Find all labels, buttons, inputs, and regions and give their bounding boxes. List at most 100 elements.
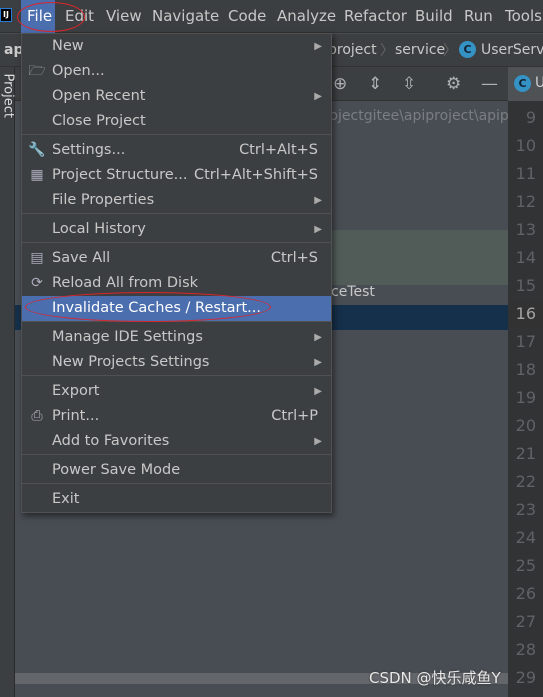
reload-icon: ⟳ [31,275,43,291]
tree-item-test[interactable]: ceTest [331,284,375,300]
menu-separator [22,375,331,376]
line-number: 22 [515,472,536,491]
project-structure-icon: ▦ [30,167,44,183]
file-menu-dropdown: New ▶ 🗁 Open... Open Recent ▶ Close Project 🔧 Se… [21,33,332,513]
menu-refactor[interactable]: Refactor [338,0,413,33]
menu-item-new-projects-settings[interactable]: New Projects Settings ▶ [22,350,331,375]
menu-item-label: Close Project [52,113,146,129]
highlighted-tree-area [331,230,508,285]
menu-item-project-structure[interactable]: ▦ Project Structure... Ctrl+Alt+Shift+S [22,163,331,188]
menu-separator [22,242,331,243]
line-number: 21 [515,444,536,463]
breadcrumb-separator: 〉 [380,43,394,59]
menu-item-add-to-favorites[interactable]: Add to Favorites ▶ [22,429,331,454]
editor-tab[interactable]: C U [508,67,543,101]
menu-item-manage-ide-settings[interactable]: Manage IDE Settings ▶ [22,325,331,350]
line-number: 28 [515,640,536,659]
shortcut-label: Ctrl+P [271,408,318,424]
submenu-arrow-icon: ▶ [314,386,322,397]
menu-item-exit[interactable]: Exit [22,487,331,512]
menu-item-label: Open Recent [52,88,146,104]
menu-item-save-all[interactable]: ▤ Save All Ctrl+S [22,246,331,271]
shortcut-label: Ctrl+S [270,250,318,266]
left-tool-strip [0,67,15,697]
collapse-all-icon[interactable]: ⇳ [402,74,416,94]
menu-build[interactable]: Build [409,0,459,33]
gear-icon[interactable]: ⚙ [446,74,461,94]
submenu-arrow-icon: ▶ [314,224,322,235]
menu-item-close-project[interactable]: Close Project [22,109,331,134]
menu-separator [22,454,331,455]
menu-item-label: Project Structure... [52,167,188,183]
menu-run[interactable]: Run [458,0,499,33]
editor-tab-label: U [535,75,543,91]
line-number: 13 [515,220,536,239]
submenu-arrow-icon: ▶ [314,357,322,368]
menu-item-label: Open... [52,63,105,79]
menu-item-print[interactable]: ⎙ Print... Ctrl+P [22,404,331,429]
annotation-ellipse-file [17,2,85,32]
locate-icon[interactable]: ⊕ [333,74,347,94]
submenu-arrow-icon: ▶ [314,195,322,206]
menu-item-settings[interactable]: 🔧 Settings... Ctrl+Alt+S [22,138,331,163]
line-number: 15 [515,276,536,295]
minimize-icon[interactable]: — [481,74,498,94]
line-number: 26 [515,584,536,603]
submenu-arrow-icon: ▶ [314,436,322,447]
menu-item-label: Local History [52,221,146,237]
line-number: 29 [515,668,536,687]
line-number: 18 [515,360,536,379]
project-tool-window-button[interactable]: Project [1,74,16,118]
breadcrumb-separator: 〉 [443,43,457,59]
save-icon: ▤ [30,250,44,266]
menu-separator [22,134,331,135]
breadcrumb-service[interactable]: service [395,42,445,58]
menu-analyze[interactable]: Analyze [271,0,342,33]
menu-view[interactable]: View [100,0,148,33]
line-number: 11 [515,164,536,183]
menu-item-label: File Properties [52,192,155,208]
submenu-arrow-icon: ▶ [314,332,322,343]
menu-item-export[interactable]: Export ▶ [22,379,331,404]
watermark: CSDN @快乐咸鱼Y [369,669,501,687]
expand-all-icon[interactable]: ⇕ [368,74,382,94]
menu-item-label: Power Save Mode [52,462,181,478]
menu-item-file-properties[interactable]: File Properties ▶ [22,188,331,213]
print-icon: ⎙ [31,408,43,424]
menu-item-open-recent[interactable]: Open Recent ▶ [22,84,331,109]
folder-icon: 🗁 [28,63,46,79]
menu-item-label: Print... [52,408,100,424]
menu-item-new[interactable]: New ▶ [22,34,331,59]
menu-tools[interactable]: Tools [499,0,543,33]
class-icon: C [514,75,531,92]
line-number: 23 [515,500,536,519]
line-number: 12 [515,192,536,211]
menu-separator [22,213,331,214]
menu-code[interactable]: Code [222,0,272,33]
menu-item-label: Settings... [52,142,126,158]
submenu-arrow-icon: ▶ [314,91,322,102]
shortcut-label: Ctrl+Alt+S [239,142,318,158]
breadcrumb-userservice[interactable]: UserServic [481,42,543,58]
line-number: 16 [508,301,543,327]
menu-item-power-save-mode[interactable]: Power Save Mode [22,458,331,483]
line-number: 19 [515,388,536,407]
line-number: 24 [515,528,536,547]
shortcut-label: Ctrl+Alt+Shift+S [193,167,318,183]
line-number: 9 [525,108,536,127]
menu-item-local-history[interactable]: Local History ▶ [22,217,331,242]
line-number: 20 [515,416,536,435]
menu-navigate[interactable]: Navigate [146,0,225,33]
line-number: 25 [515,556,536,575]
menu-item-label: Save All [52,250,111,266]
annotation-ellipse-invalidate [25,292,271,322]
menu-item-label: New Projects Settings [52,354,210,370]
line-number: 14 [515,248,536,267]
class-icon: C [459,41,476,58]
menu-item-label: Add to Favorites [52,433,170,449]
line-number: 10 [515,136,536,155]
menu-item-open[interactable]: 🗁 Open... [22,59,331,84]
line-number-gutter: 9 10 11 12 13 14 15 16 17 18 19 20 21 22 23 24 25 26 27 28 2… [508,101,543,697]
line-number: 17 [515,332,536,351]
breadcrumb-project[interactable]: project [328,42,377,58]
